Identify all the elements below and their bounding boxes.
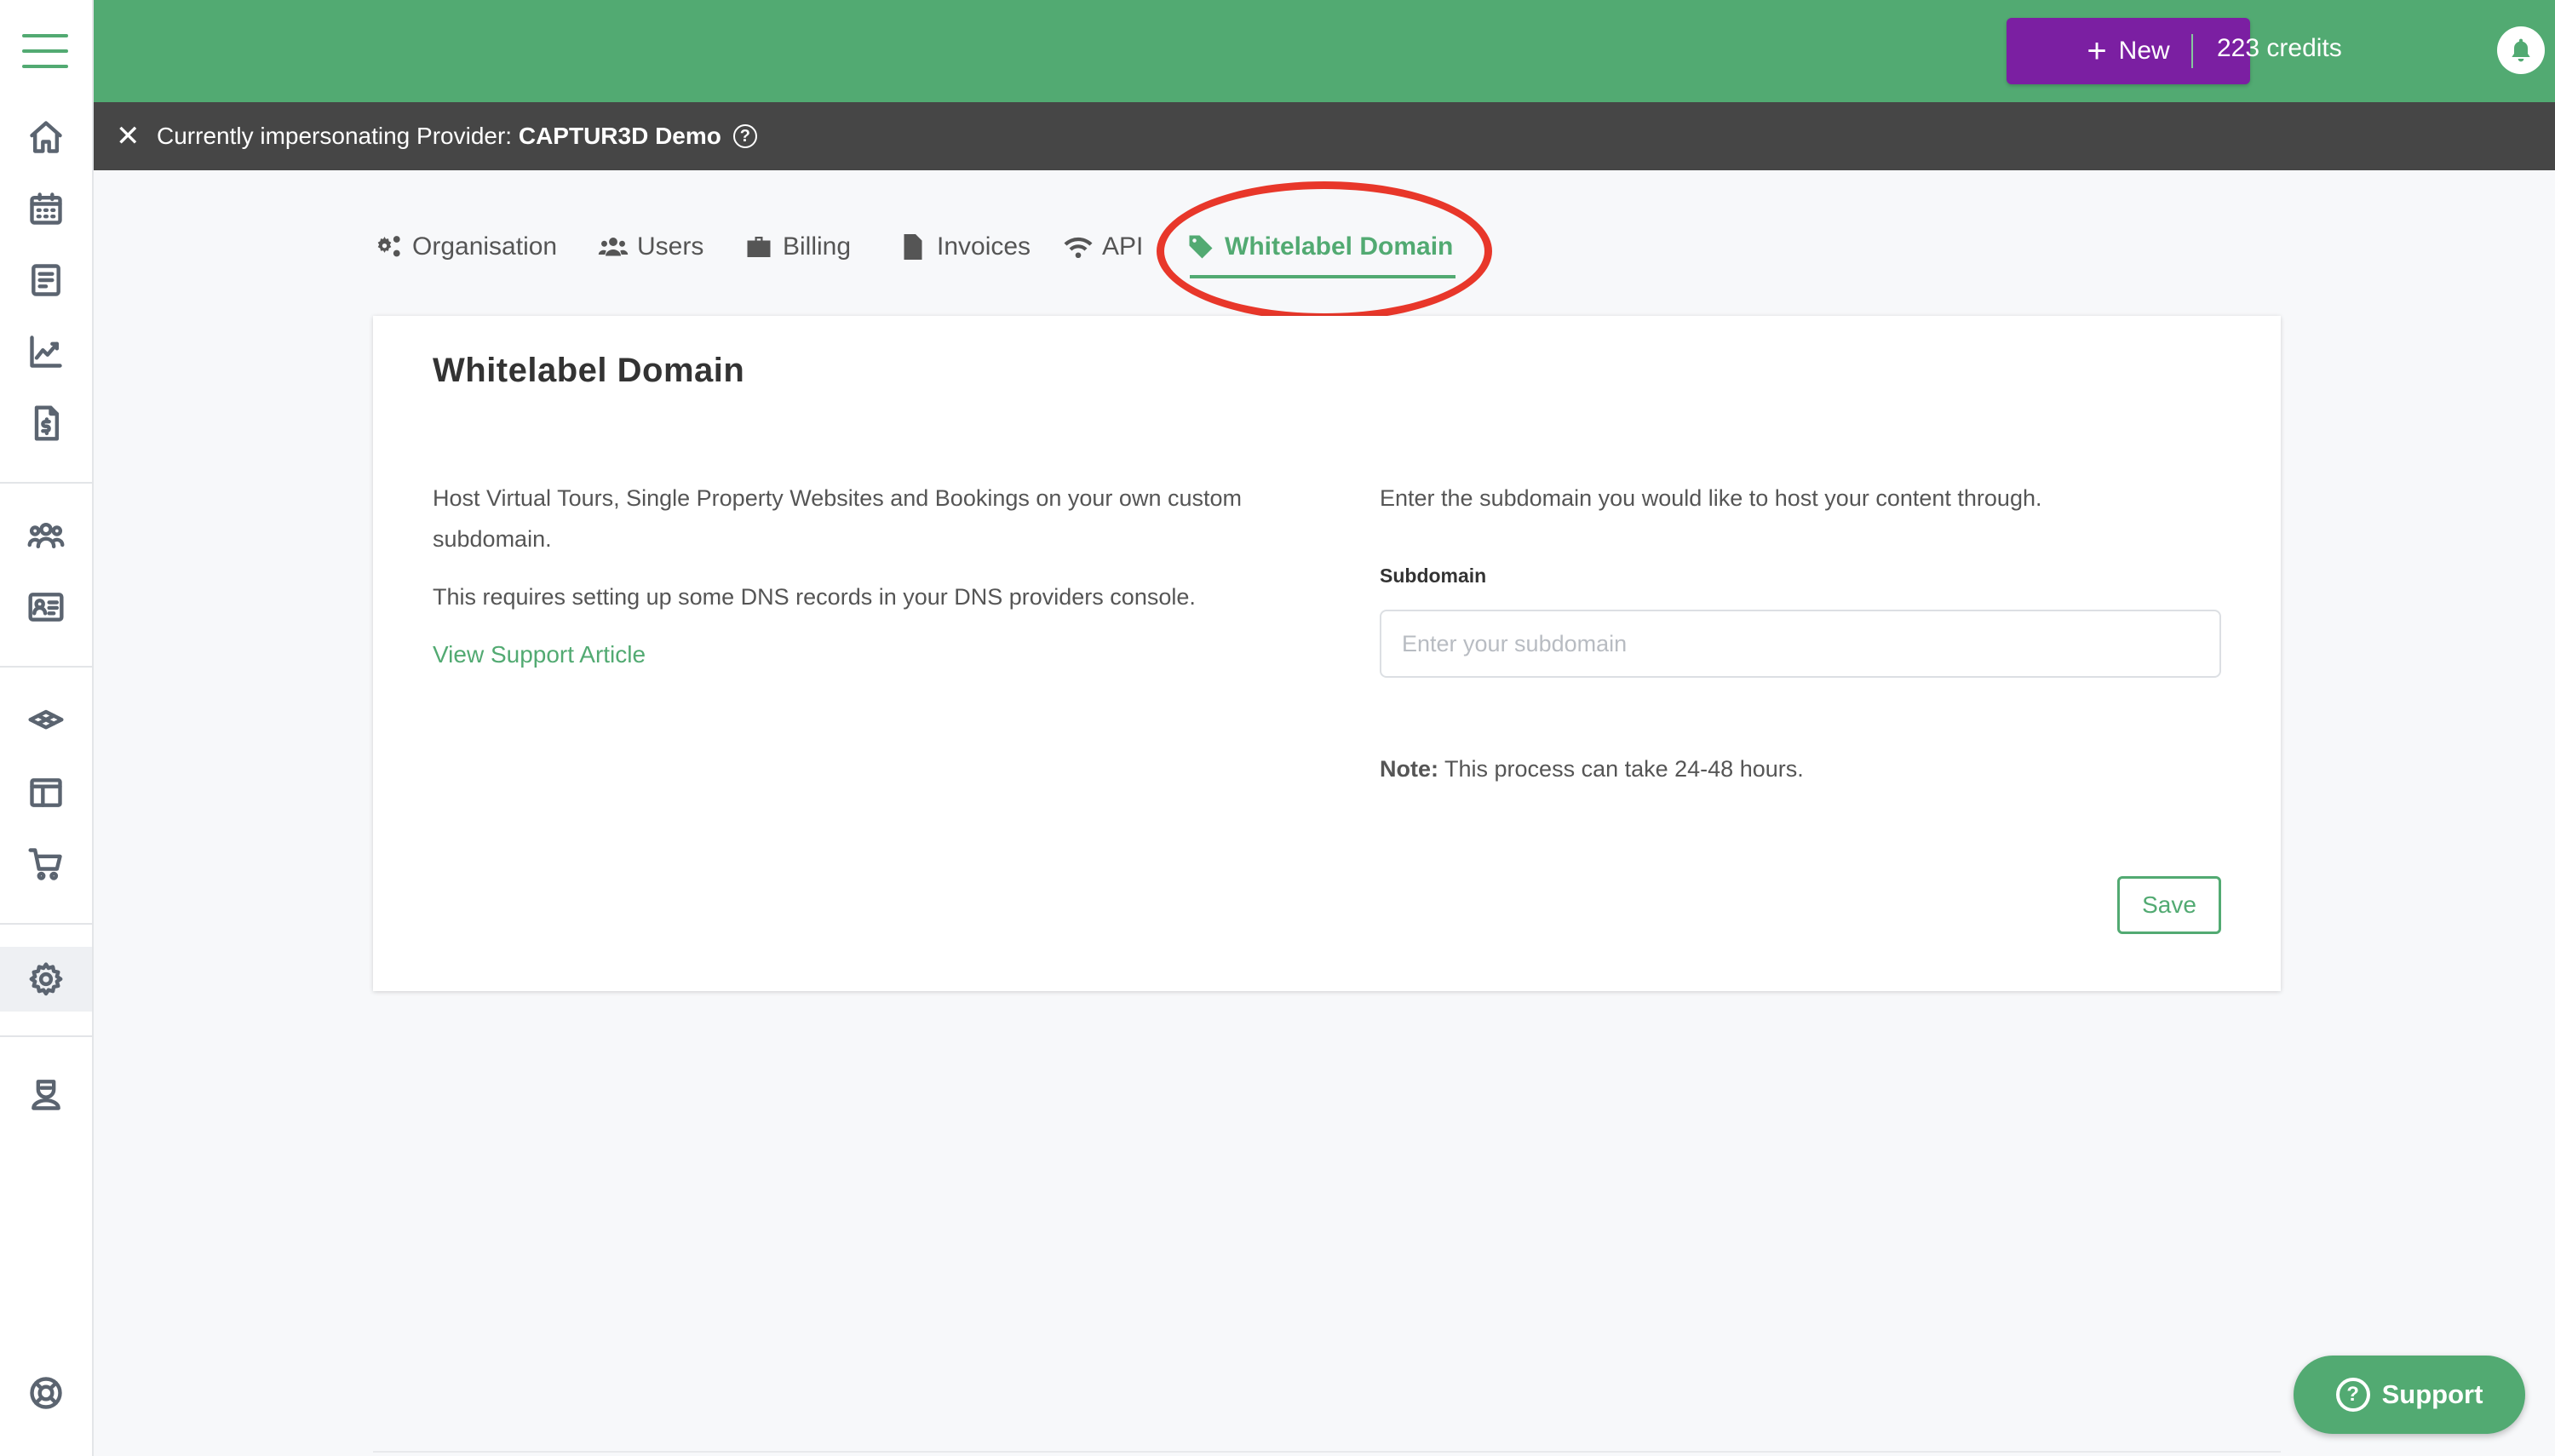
info-column: Host Virtual Tours, Single Property Webs… <box>433 478 1284 675</box>
help-lifebuoy-icon[interactable] <box>25 1372 67 1414</box>
note-label: Note: <box>1380 756 1438 782</box>
tab-label: Billing <box>783 232 852 261</box>
tab-api[interactable]: API <box>1063 226 1143 267</box>
card-title: Whitelabel Domain <box>433 352 745 389</box>
top-bar: + New 223 credits AH <box>94 0 2555 102</box>
invoice-icon[interactable] <box>25 402 67 444</box>
support-label: Support <box>2381 1379 2483 1409</box>
tab-label: Whitelabel Domain <box>1225 232 1454 261</box>
footer-divider <box>373 1451 2281 1453</box>
impersonation-text: Currently impersonating Provider: CAPTUR… <box>157 123 721 150</box>
notifications-bell-icon[interactable] <box>2497 26 2545 74</box>
form-column: Enter the subdomain you would like to ho… <box>1380 478 2223 782</box>
save-button[interactable]: Save <box>2117 876 2221 934</box>
settings-gear-icon[interactable] <box>25 958 67 1000</box>
briefcase-icon <box>747 237 771 257</box>
subdomain-label: Subdomain <box>1380 565 1487 587</box>
tab-invoices[interactable]: Invoices <box>898 226 1031 267</box>
tab-users[interactable]: Users <box>598 226 703 267</box>
impersonation-prefix: Currently impersonating Provider: <box>157 123 513 149</box>
wifi-icon <box>1064 237 1093 259</box>
sidebar-divider <box>0 1035 92 1037</box>
layout-panel-icon[interactable] <box>25 771 67 814</box>
calendar-icon[interactable] <box>25 187 67 230</box>
users-icon <box>598 238 629 256</box>
info-paragraph: Host Virtual Tours, Single Property Webs… <box>433 485 1242 552</box>
tab-label: Users <box>637 232 704 261</box>
impersonation-banner: ✕ Currently impersonating Provider: CAPT… <box>94 102 2555 170</box>
form-description: Enter the subdomain you would like to ho… <box>1380 485 2042 511</box>
active-tab-underline <box>1190 275 1455 278</box>
tab-organisation[interactable]: Organisation <box>373 226 557 267</box>
stop-impersonating-close-icon[interactable]: ✕ <box>116 119 141 153</box>
question-circle-icon: ? <box>2335 1378 2370 1412</box>
tab-whitelabel-domain[interactable]: Whitelabel Domain <box>1186 226 1453 267</box>
sidebar-divider <box>0 923 92 925</box>
tab-label: Invoices <box>937 232 1031 261</box>
sidebar-divider <box>0 482 92 484</box>
info-paragraph: This requires setting up some DNS record… <box>433 584 1196 610</box>
processing-note: Note: This process can take 24-48 hours. <box>1380 756 2223 782</box>
note-text: This process can take 24-48 hours. <box>1444 756 1804 782</box>
view-support-article-link[interactable]: View Support Article <box>433 634 646 675</box>
impersonation-help-icon[interactable]: ? <box>732 124 757 148</box>
agent-icon[interactable] <box>25 1073 67 1115</box>
layers-icon[interactable] <box>25 700 67 742</box>
tab-billing[interactable]: Billing <box>744 226 851 267</box>
orders-list-icon[interactable] <box>25 259 67 301</box>
contact-card-icon[interactable] <box>25 586 67 628</box>
new-button[interactable]: + New <box>2007 18 2250 84</box>
whitelabel-domain-card: Whitelabel Domain Host Virtual Tours, Si… <box>373 316 2281 991</box>
impersonated-provider-name: CAPTUR3D Demo <box>518 123 721 149</box>
subdomain-input[interactable] <box>1380 610 2221 678</box>
topbar-separator <box>2191 34 2193 68</box>
cogs-icon <box>377 236 400 257</box>
new-button-label: New <box>2118 37 2170 65</box>
credits-balance[interactable]: 223 credits <box>2217 34 2342 63</box>
plus-icon: + <box>2087 32 2107 70</box>
document-icon <box>904 234 922 260</box>
tab-label: API <box>1102 232 1144 261</box>
home-icon[interactable] <box>25 116 67 158</box>
support-widget-button[interactable]: ? Support <box>2294 1356 2525 1434</box>
menu-hamburger-icon[interactable] <box>22 32 68 70</box>
cart-icon[interactable] <box>25 843 67 886</box>
analytics-chart-icon[interactable] <box>25 330 67 373</box>
team-users-icon[interactable] <box>25 514 67 557</box>
tab-label: Organisation <box>412 232 558 261</box>
tag-icon <box>1189 235 1213 259</box>
sidebar <box>0 0 94 1456</box>
sidebar-divider <box>0 666 92 668</box>
